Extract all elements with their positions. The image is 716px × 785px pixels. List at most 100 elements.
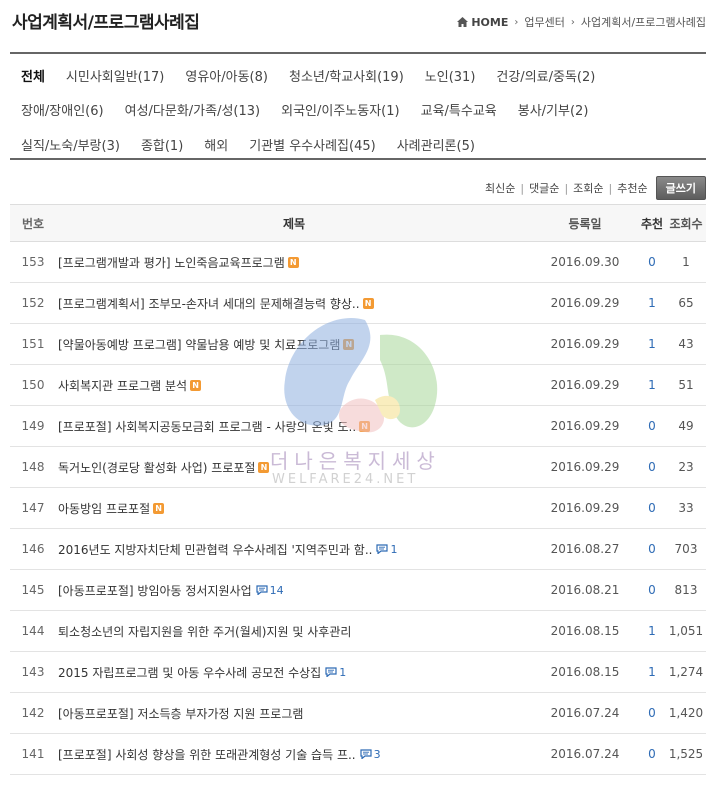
category-item[interactable]: 사례관리론(5) — [397, 135, 475, 154]
category-item[interactable]: 해외 — [204, 135, 228, 154]
post-title-link[interactable]: 사회복지관 프로그램 분석 — [58, 377, 187, 394]
comment-count-value: 3 — [373, 747, 381, 761]
post-title-cell: [약물아동예방 프로그램] 약물남용 예방 및 치료프로그램 N — [56, 336, 532, 353]
post-title-link[interactable]: 독거노인(경로당 활성화 사업) 프로포절 — [58, 459, 255, 476]
post-date: 2016.09.29 — [550, 419, 620, 433]
category-item[interactable]: 교육/특수교육 — [421, 100, 497, 119]
category-item[interactable]: 종합(1) — [141, 135, 183, 154]
comment-count-value: 1 — [339, 665, 347, 679]
page-header: 사업계획서/프로그램사례집 HOME › 업무센터 › 사업계획서/프로그램사례… — [12, 0, 706, 52]
category-item[interactable]: 기관별 우수사례집(45) — [249, 135, 376, 154]
post-title-link[interactable]: [프로그램개발과 평가] 노인죽음교육프로그램 — [58, 254, 285, 271]
post-views: 49 — [678, 419, 694, 433]
post-views: 23 — [678, 460, 694, 474]
post-title-link[interactable]: 아동방임 프로포절 — [58, 500, 150, 517]
table-row[interactable]: 150 사회복지관 프로그램 분석 N 2016.09.29 1 51 — [10, 365, 706, 406]
new-icon: N — [287, 256, 299, 268]
new-icon: N — [362, 297, 374, 309]
category-item[interactable]: 시민사회일반(17) — [66, 66, 164, 85]
post-title-link[interactable]: 2016년도 지방자치단체 민관협력 우수사례집 '지역주민과 함.. — [58, 541, 372, 558]
post-title-link[interactable]: [아동프로포절] 방임아동 정서지원사업 — [58, 582, 252, 599]
sort-comments[interactable]: 댓글순 — [529, 180, 559, 196]
table-header: 번호 제목 등록일 추천 조회수 — [10, 204, 706, 242]
post-date: 2016.08.27 — [550, 542, 620, 556]
table-row[interactable]: 151 [약물아동예방 프로그램] 약물남용 예방 및 치료프로그램 N 2016.0… — [10, 324, 706, 365]
comment-count-value: 14 — [269, 583, 284, 597]
post-title-link[interactable]: [프로포절] 사회복지공동모금회 프로그램 - 사랑의 온빛 도.. — [58, 418, 356, 435]
col-header-date: 등록일 — [568, 216, 602, 231]
category-item[interactable]: 장애/장애인(6) — [21, 100, 104, 119]
breadcrumb-current[interactable]: 사업계획서/프로그램사례집 — [581, 14, 706, 30]
post-title-link[interactable]: [약물아동예방 프로그램] 약물남용 예방 및 치료프로그램 — [58, 336, 340, 353]
category-filter: 전체 시민사회일반(17) 영유아/아동(8) 청소년/학교사회(19) 노인(31) 건… — [10, 52, 706, 160]
post-views: 1,525 — [668, 747, 704, 761]
category-row: 전체 시민사회일반(17) 영유아/아동(8) 청소년/학교사회(19) 노인(31) 건… — [21, 66, 616, 85]
post-title-cell: 퇴소청소년의 자립지원을 위한 주거(월세)지원 및 사후관리 — [56, 623, 532, 640]
category-item[interactable]: 봉사/기부(2) — [518, 100, 589, 119]
category-item[interactable]: 건강/의료/중독(2) — [496, 66, 595, 85]
table-row[interactable]: 143 2015 자립프로그램 및 아동 우수사례 공모전 수상집 1 2016.08… — [10, 652, 706, 693]
post-title-link[interactable]: 2015 자립프로그램 및 아동 우수사례 공모전 수상집 — [58, 664, 321, 681]
comment-count: 14 — [256, 584, 284, 597]
category-item[interactable]: 영유아/아동(8) — [185, 66, 268, 85]
post-title-link[interactable]: 퇴소청소년의 자립지원을 위한 주거(월세)지원 및 사후관리 — [58, 623, 351, 640]
breadcrumb-item[interactable]: 업무센터 — [524, 14, 564, 30]
post-recommend: 0 — [648, 460, 656, 474]
sort-recommend[interactable]: 추천순 — [617, 180, 647, 196]
write-button[interactable]: 글쓰기 — [655, 176, 706, 200]
category-item[interactable]: 여성/다문화/가족/성(13) — [125, 100, 261, 119]
table-row[interactable]: 149 [프로포절] 사회복지공동모금회 프로그램 - 사랑의 온빛 도.. N 20… — [10, 406, 706, 447]
post-date: 2016.09.29 — [550, 337, 620, 351]
post-title-cell: [아동프로포절] 방임아동 정서지원사업 14 — [56, 582, 532, 599]
post-number: 150 — [21, 378, 45, 392]
comment-count: 3 — [360, 748, 381, 761]
category-item[interactable]: 전체 — [21, 66, 45, 85]
post-title-link[interactable]: [아동프로포절] 저소득층 부자가정 지원 프로그램 — [58, 705, 303, 722]
comment-icon — [256, 585, 268, 595]
post-date: 2016.08.15 — [550, 624, 620, 638]
table-row[interactable]: 145 [아동프로포절] 방임아동 정서지원사업 14 2016.08.21 0 813 — [10, 570, 706, 611]
category-item[interactable]: 노인(31) — [425, 66, 476, 85]
new-icon: N — [343, 338, 355, 350]
sort-views[interactable]: 조회순 — [573, 180, 603, 196]
comment-count: 1 — [376, 543, 397, 556]
category-item[interactable]: 외국인/이주노동자(1) — [281, 100, 399, 119]
post-number: 151 — [21, 337, 45, 351]
post-title-cell: [프로그램계획서] 조부모-손자녀 세대의 문제해결능력 향상.. N — [56, 295, 532, 312]
post-recommend: 1 — [648, 337, 656, 351]
post-views: 51 — [678, 378, 694, 392]
post-recommend: 0 — [648, 255, 656, 269]
divider: | — [520, 181, 525, 195]
post-title-cell: 2015 자립프로그램 및 아동 우수사례 공모전 수상집 1 — [56, 664, 532, 681]
category-item[interactable]: 청소년/학교사회(19) — [289, 66, 404, 85]
col-header-recommend: 추천 — [640, 216, 664, 231]
post-table: 번호 제목 등록일 추천 조회수 153 [프로그램개발과 평가] 노인죽음교육프… — [10, 204, 706, 775]
table-row[interactable]: 152 [프로그램계획서] 조부모-손자녀 세대의 문제해결능력 향상.. N 201… — [10, 283, 706, 324]
post-views: 813 — [674, 583, 698, 597]
post-title-cell: [프로포절] 사회성 향상을 위한 또래관계형성 기술 습득 프.. 3 — [56, 746, 532, 763]
breadcrumb-home[interactable]: HOME — [457, 16, 508, 29]
sort-latest[interactable]: 최신순 — [485, 180, 515, 196]
table-row[interactable]: 144 퇴소청소년의 자립지원을 위한 주거(월세)지원 및 사후관리 2016.0… — [10, 611, 706, 652]
table-row[interactable]: 147 아동방임 프로포절 N 2016.09.29 0 33 — [10, 488, 706, 529]
post-title-link[interactable]: [프로포절] 사회성 향상을 위한 또래관계형성 기술 습득 프.. — [58, 746, 356, 763]
col-header-title: 제목 — [282, 216, 306, 231]
col-header-views: 조회수 — [669, 216, 703, 231]
table-row[interactable]: 146 2016년도 지방자치단체 민관협력 우수사례집 '지역주민과 함.. 1 2… — [10, 529, 706, 570]
comment-count: 1 — [325, 666, 346, 679]
post-views: 43 — [678, 337, 694, 351]
post-title-link[interactable]: [프로그램계획서] 조부모-손자녀 세대의 문제해결능력 향상.. — [58, 295, 360, 312]
table-row[interactable]: 142 [아동프로포절] 저소득층 부자가정 지원 프로그램 2016.07.24 0… — [10, 693, 706, 734]
home-icon — [457, 17, 469, 27]
post-views: 1,274 — [668, 665, 704, 679]
comment-icon — [360, 749, 372, 759]
table-row[interactable]: 153 [프로그램개발과 평가] 노인죽음교육프로그램 N 2016.09.30 0 1 — [10, 242, 706, 283]
post-date: 2016.08.15 — [550, 665, 620, 679]
category-item[interactable]: 실직/노숙/부랑(3) — [21, 135, 120, 154]
table-row[interactable]: 141 [프로포절] 사회성 향상을 위한 또래관계형성 기술 습득 프.. 3 20… — [10, 734, 706, 775]
post-title-cell: [프로포절] 사회복지공동모금회 프로그램 - 사랑의 온빛 도.. N — [56, 418, 532, 435]
post-views: 703 — [674, 542, 698, 556]
post-recommend: 0 — [648, 542, 656, 556]
post-title-cell: 사회복지관 프로그램 분석 N — [56, 377, 532, 394]
post-date: 2016.09.29 — [550, 378, 620, 392]
